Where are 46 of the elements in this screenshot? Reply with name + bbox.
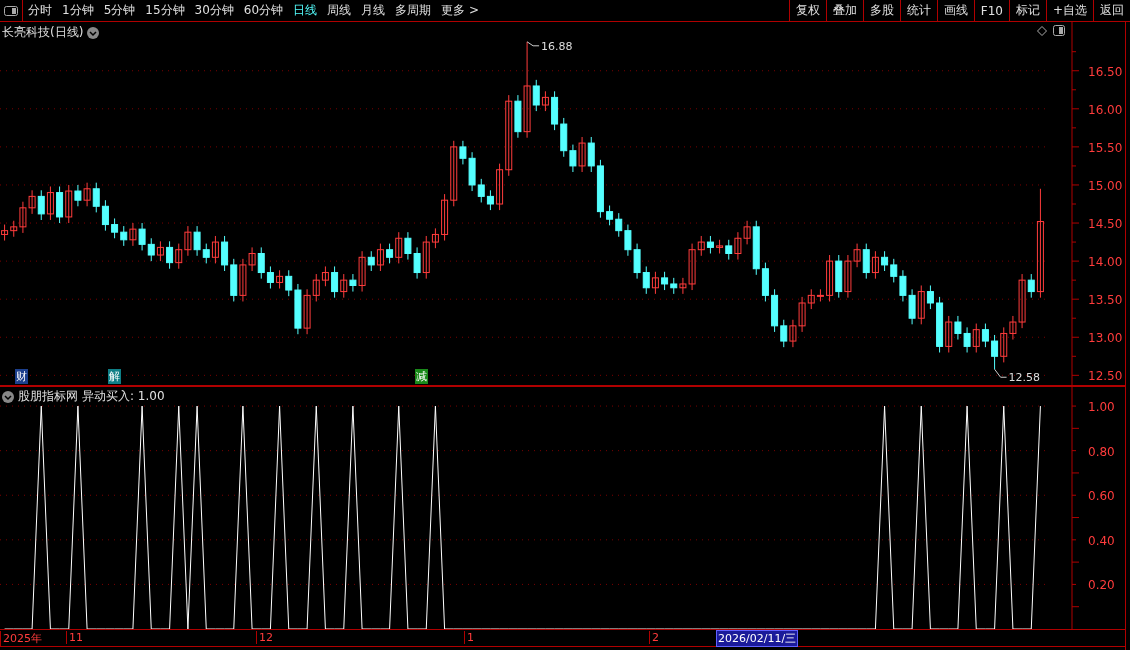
chart-title: 长亮科技(日线): [2, 24, 84, 41]
diamond-icon[interactable]: [1037, 25, 1047, 36]
chevron-icon[interactable]: [87, 26, 100, 39]
price-annotation: 16.88: [541, 39, 573, 53]
axis-label: 13.00: [1088, 331, 1123, 346]
period-tab[interactable]: 30分钟: [189, 0, 239, 21]
indicator-reading: 异动买入: 1.00: [82, 388, 165, 405]
event-marker[interactable]: 解: [108, 369, 121, 384]
date-label: 12: [256, 631, 273, 644]
leader-line: [526, 41, 540, 47]
axis-label: 15.00: [1088, 178, 1123, 193]
axis-label: 0.40: [1088, 533, 1115, 548]
cursor-date: 2026/02/11/三: [716, 630, 799, 647]
indicator-title: 股朋指标网: [18, 388, 78, 405]
axis-label: 16.50: [1088, 64, 1123, 79]
period-tab[interactable]: 15分钟: [140, 0, 190, 21]
period-tab[interactable]: 周线: [322, 0, 357, 21]
period-tab[interactable]: 分时: [23, 0, 57, 21]
event-marker[interactable]: 减: [415, 369, 428, 384]
period-tab[interactable]: 更多 >: [436, 0, 484, 21]
axis-label: 13.50: [1088, 293, 1123, 308]
event-marker[interactable]: 财: [15, 369, 28, 384]
period-tab[interactable]: 60分钟: [238, 0, 289, 21]
period-tab[interactable]: 5分钟: [98, 0, 141, 21]
period-tab[interactable]: 月线: [356, 0, 391, 21]
period-tab[interactable]: 1分钟: [57, 0, 99, 21]
panel-icon: [4, 5, 18, 16]
period-tab[interactable]: 日线: [288, 0, 323, 21]
axis-label: 0.20: [1088, 578, 1115, 593]
axis-label: 0.80: [1088, 444, 1115, 459]
axis-label: 12.50: [1088, 369, 1123, 384]
axis-label: 16.00: [1088, 102, 1123, 117]
date-label: 2: [649, 631, 659, 644]
chevron-icon[interactable]: [2, 390, 14, 403]
leader-line: [994, 368, 1008, 378]
price-annotation: 12.58: [1008, 371, 1041, 385]
date-label: 2025年: [0, 631, 42, 646]
date-label: 11: [66, 631, 83, 644]
date-label: 1: [464, 631, 474, 644]
axis-label: 14.50: [1088, 217, 1123, 232]
axis-label: 0.60: [1088, 489, 1115, 504]
axis-label: 15.50: [1088, 140, 1123, 155]
period-tab[interactable]: 多周期: [390, 0, 437, 21]
axis-label: 1.00: [1088, 400, 1115, 415]
axis-label: 14.00: [1088, 255, 1123, 270]
panel-icon[interactable]: [1053, 25, 1065, 36]
